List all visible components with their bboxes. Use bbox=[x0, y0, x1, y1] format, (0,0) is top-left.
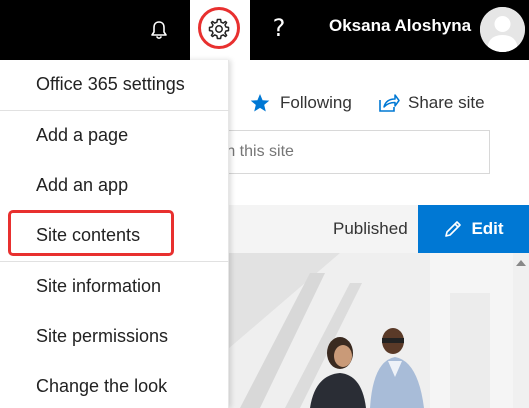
notifications-button[interactable] bbox=[141, 12, 177, 48]
share-site-button[interactable]: Share site bbox=[378, 93, 485, 113]
menu-item-label: Site permissions bbox=[36, 326, 169, 346]
search-input[interactable]: rch this site bbox=[200, 130, 490, 174]
scrollbar[interactable] bbox=[513, 253, 529, 408]
status-text: Published bbox=[333, 219, 408, 238]
star-icon bbox=[250, 94, 270, 112]
settings-menu: Office 365 settings Add a page Add an ap… bbox=[0, 60, 229, 408]
menu-item-office-365-settings[interactable]: Office 365 settings bbox=[0, 66, 229, 106]
default-user-icon bbox=[480, 7, 525, 52]
hero-image bbox=[200, 253, 513, 408]
menu-item-add-page[interactable]: Add a page bbox=[0, 117, 229, 157]
following-label: Following bbox=[280, 93, 352, 112]
gear-icon bbox=[208, 18, 230, 40]
edit-button[interactable]: Edit bbox=[418, 205, 529, 253]
menu-item-label: Add an app bbox=[36, 175, 129, 195]
menu-item-label: Office 365 settings bbox=[36, 74, 185, 94]
menu-item-site-information[interactable]: Site information bbox=[0, 268, 229, 308]
user-name[interactable]: Oksana Aloshyna bbox=[329, 16, 471, 36]
edit-label: Edit bbox=[471, 219, 504, 238]
bell-icon bbox=[151, 21, 167, 40]
share-site-label: Share site bbox=[408, 93, 485, 112]
menu-divider bbox=[0, 261, 229, 262]
command-bar: Published Edit bbox=[200, 205, 529, 253]
help-button[interactable]: ? bbox=[266, 10, 292, 46]
menu-item-change-the-look[interactable]: Change the look bbox=[0, 368, 229, 408]
share-icon bbox=[379, 94, 400, 112]
menu-divider bbox=[0, 110, 229, 111]
menu-item-label: Add a page bbox=[36, 125, 129, 145]
menu-item-label: Change the look bbox=[36, 376, 168, 396]
suite-bar: ? Oksana Aloshyna bbox=[0, 0, 529, 60]
avatar[interactable] bbox=[480, 7, 525, 52]
menu-item-site-permissions[interactable]: Site permissions bbox=[0, 318, 229, 358]
scroll-up-arrow-icon[interactable] bbox=[516, 260, 526, 266]
hero-photo bbox=[200, 253, 513, 408]
menu-item-label: Site information bbox=[36, 276, 162, 296]
site-contents-highlight-box bbox=[8, 210, 174, 256]
pencil-icon bbox=[445, 221, 462, 237]
menu-item-add-app[interactable]: Add an app bbox=[0, 167, 229, 207]
settings-button[interactable] bbox=[190, 0, 250, 60]
following-button[interactable]: Following bbox=[250, 93, 352, 113]
